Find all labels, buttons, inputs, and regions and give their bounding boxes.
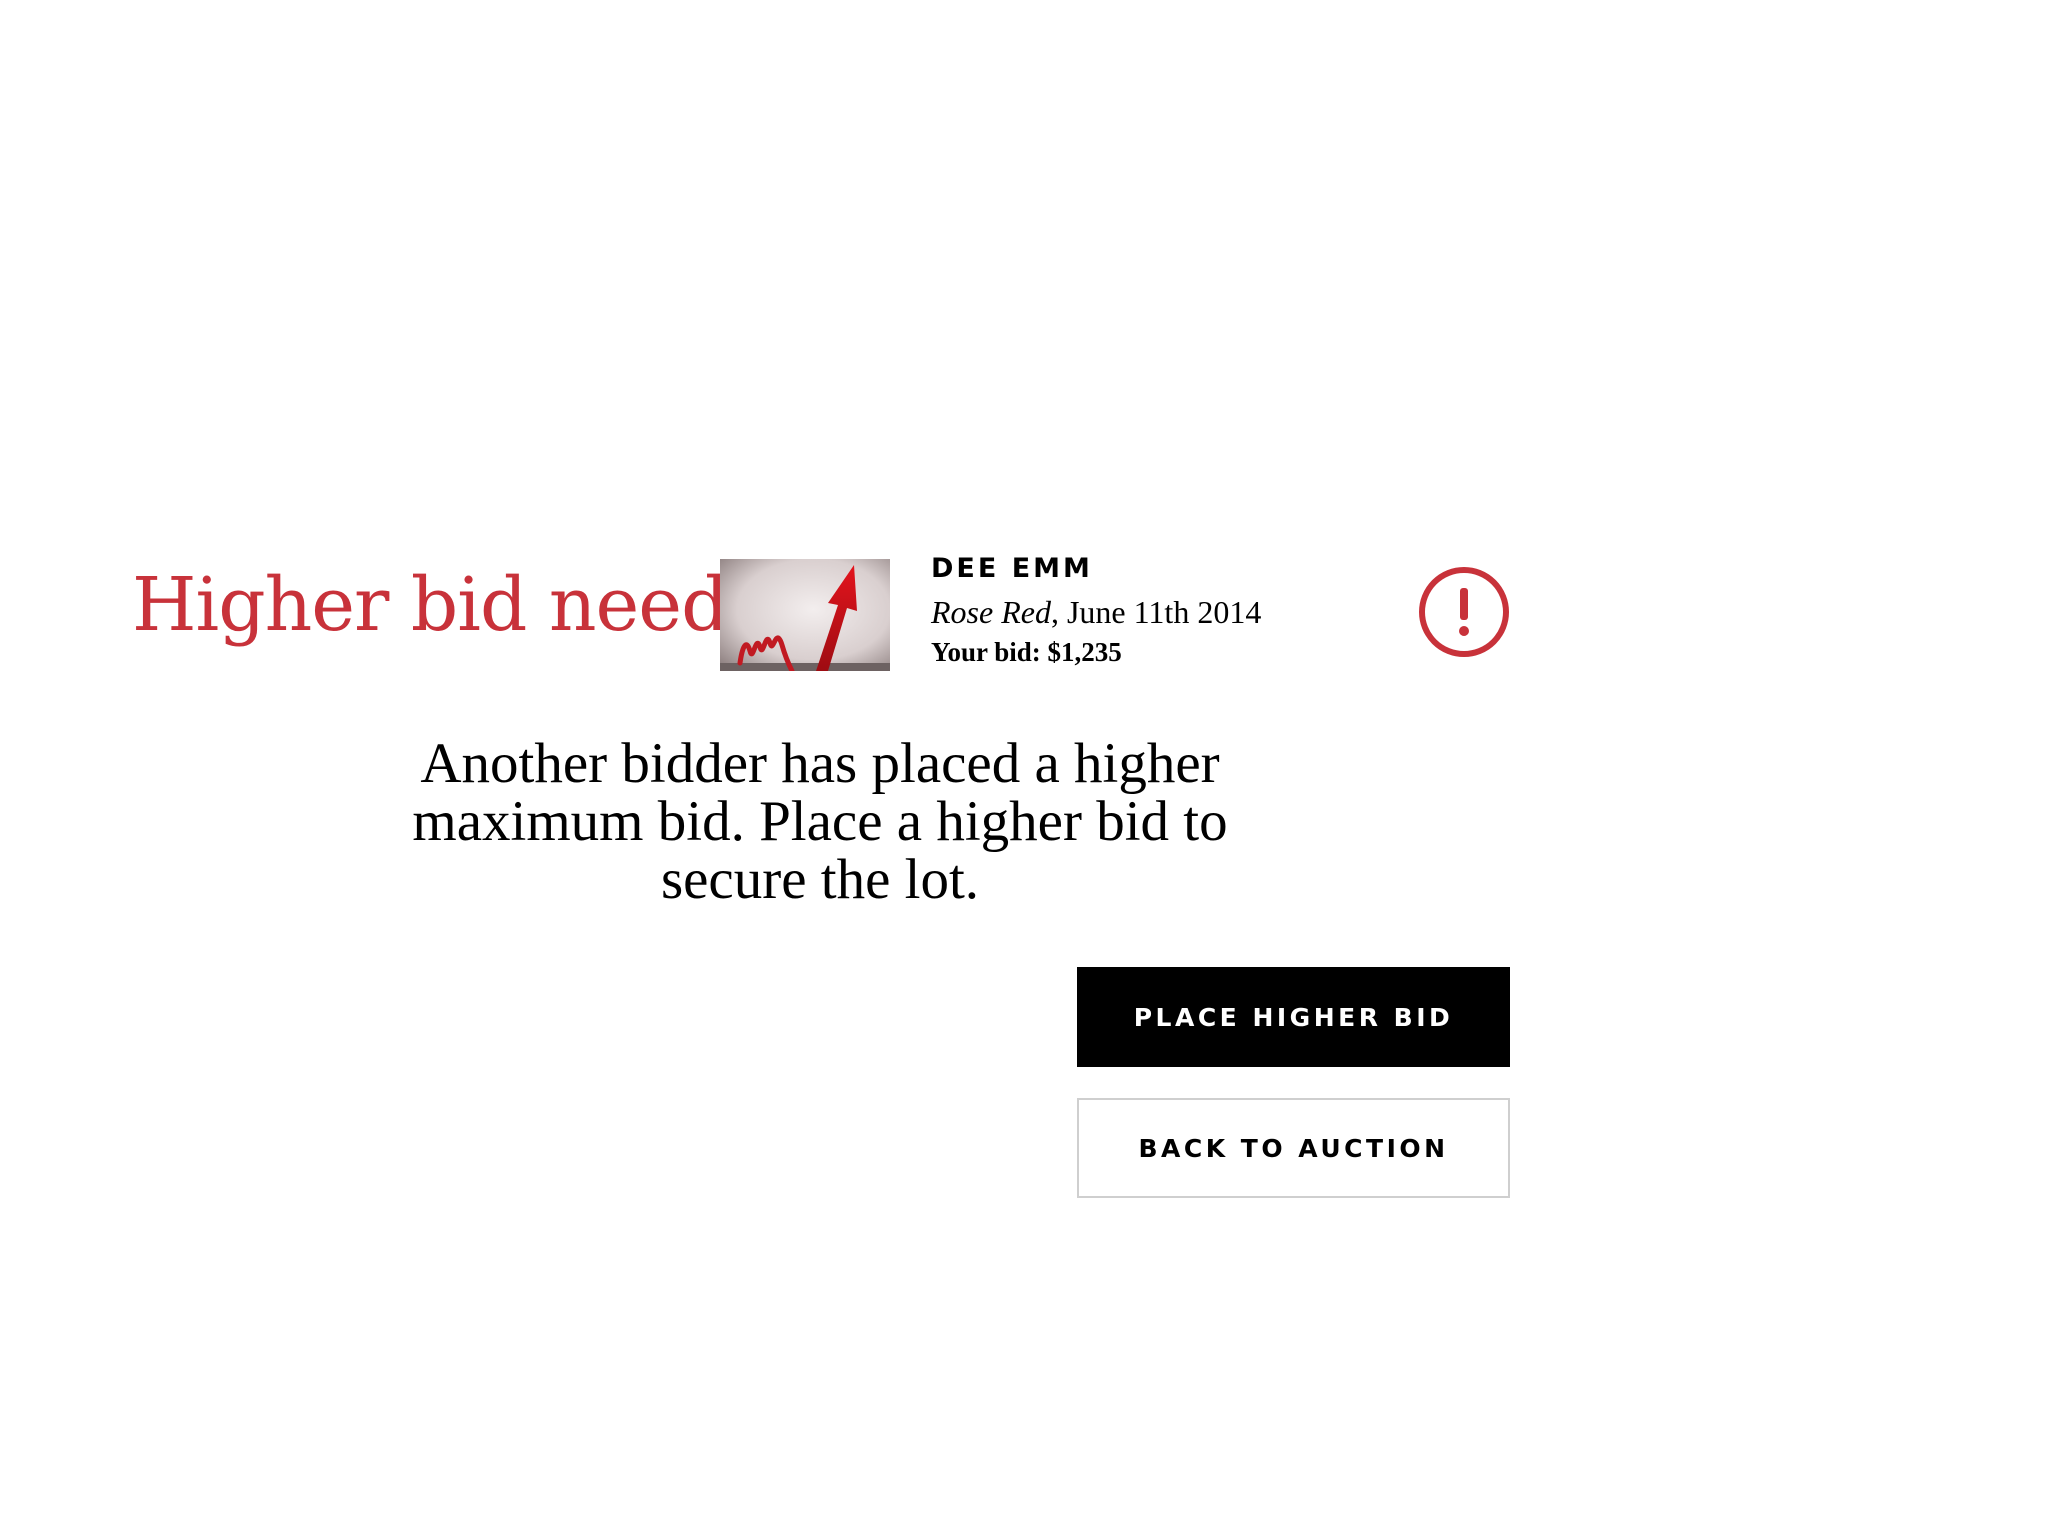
back-to-auction-button[interactable]: BACK TO AUCTION — [1077, 1098, 1510, 1198]
page-title: Higher bid needed — [132, 562, 818, 648]
lot-work-info: Rose Red, June 11th 2014 — [931, 592, 1261, 632]
bid-status-page: Higher bid needed DEE EMM Rose Red, June… — [0, 0, 2048, 1536]
status-message: Another bidder has placed a higher maxim… — [412, 732, 1228, 911]
lot-thumbnail — [720, 559, 890, 671]
lot-work-date: , June 11th 2014 — [1050, 594, 1262, 630]
exclamation-circle-icon — [1416, 564, 1512, 660]
lot-artist: DEE EMM — [931, 553, 1093, 584]
your-bid-amount: Your bid: $1,235 — [931, 637, 1122, 667]
lot-work-title: Rose Red — [931, 594, 1051, 630]
place-higher-bid-button[interactable]: PLACE HIGHER BID — [1077, 967, 1510, 1067]
